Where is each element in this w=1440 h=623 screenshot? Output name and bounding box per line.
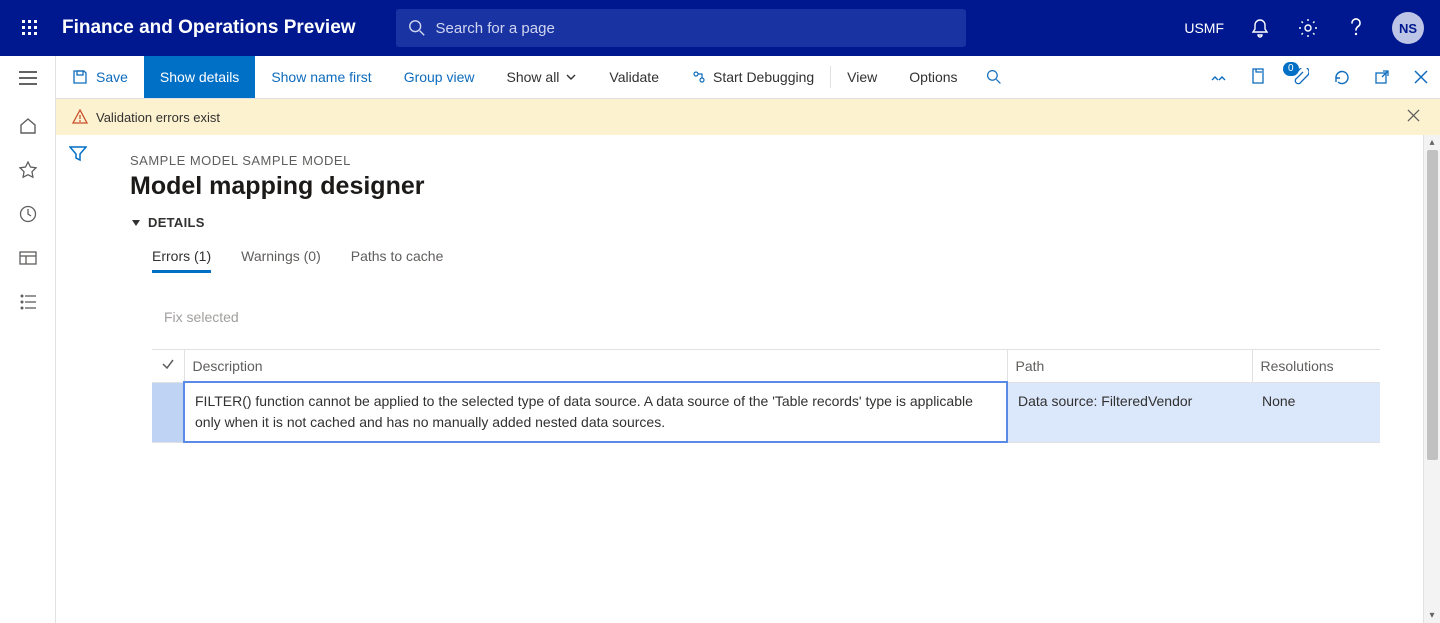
cell-description[interactable]: FILTER() function cannot be applied to t… — [184, 382, 1007, 442]
recent-icon[interactable] — [0, 192, 56, 236]
filter-rail — [56, 135, 100, 623]
attachments-icon[interactable]: 0 — [1279, 56, 1321, 98]
search-input[interactable] — [436, 20, 954, 37]
close-page-icon[interactable] — [1402, 56, 1440, 98]
global-search[interactable] — [396, 9, 966, 47]
group-view-button[interactable]: Group view — [388, 56, 491, 98]
save-button[interactable]: Save — [56, 56, 144, 98]
workspaces-icon[interactable] — [0, 236, 56, 280]
company-label[interactable]: USMF — [1184, 20, 1224, 36]
validation-banner-text: Validation errors exist — [96, 110, 220, 125]
scrollbar-thumb[interactable] — [1427, 150, 1438, 460]
show-details-button[interactable]: Show details — [144, 56, 255, 98]
header-right: USMF NS — [1184, 12, 1424, 44]
breadcrumb: SAMPLE MODEL SAMPLE MODEL — [130, 153, 1440, 168]
warning-icon — [72, 109, 88, 125]
save-label: Save — [96, 69, 128, 85]
validate-button[interactable]: Validate — [593, 56, 675, 98]
save-icon — [72, 69, 88, 85]
global-header: Finance and Operations Preview USMF NS — [0, 0, 1440, 56]
find-icon[interactable] — [974, 56, 1014, 98]
validation-banner: Validation errors exist — [56, 99, 1440, 135]
start-debugging-label: Start Debugging — [713, 69, 814, 85]
row-select[interactable] — [152, 382, 184, 442]
select-all-header[interactable] — [152, 350, 184, 382]
notifications-icon[interactable] — [1248, 16, 1272, 40]
hamburger-icon[interactable] — [0, 56, 56, 100]
banner-close-icon[interactable] — [1407, 109, 1428, 125]
options-button[interactable]: Options — [893, 56, 973, 98]
popout-icon[interactable] — [1362, 56, 1402, 98]
search-icon — [408, 19, 426, 37]
table-row[interactable]: FILTER() function cannot be applied to t… — [152, 382, 1380, 442]
avatar[interactable]: NS — [1392, 12, 1424, 44]
view-button[interactable]: View — [831, 56, 893, 98]
home-icon[interactable] — [0, 104, 56, 148]
filter-icon[interactable] — [69, 145, 87, 623]
tab-errors[interactable]: Errors (1) — [152, 248, 211, 273]
attachments-badge: 0 — [1283, 62, 1299, 76]
page-title: Model mapping designer — [130, 172, 1440, 201]
favorites-icon[interactable] — [0, 148, 56, 192]
details-header[interactable]: DETAILS — [130, 215, 1440, 230]
cell-resolutions: None — [1252, 382, 1380, 442]
col-resolutions[interactable]: Resolutions — [1252, 350, 1380, 382]
scroll-down-arrow[interactable]: ▾ — [1429, 610, 1434, 621]
show-all-label: Show all — [507, 69, 560, 85]
start-debugging-button[interactable]: Start Debugging — [675, 56, 830, 98]
app-launcher-icon[interactable] — [16, 14, 44, 42]
modules-icon[interactable] — [0, 280, 56, 324]
app-title: Finance and Operations Preview — [62, 17, 356, 39]
show-all-dropdown[interactable]: Show all — [491, 56, 594, 98]
scroll-up-arrow[interactable]: ▴ — [1429, 137, 1434, 148]
left-nav-rail — [0, 56, 56, 623]
debug-icon — [691, 69, 707, 85]
help-icon[interactable] — [1344, 16, 1368, 40]
col-path[interactable]: Path — [1007, 350, 1252, 382]
col-description[interactable]: Description — [184, 350, 1007, 382]
details-label: DETAILS — [148, 215, 205, 230]
tab-paths-to-cache[interactable]: Paths to cache — [351, 248, 444, 273]
tab-warnings[interactable]: Warnings (0) — [241, 248, 321, 273]
show-name-first-button[interactable]: Show name first — [255, 56, 387, 98]
fix-selected-button: Fix selected — [164, 309, 1440, 325]
check-icon — [161, 357, 175, 371]
vertical-scrollbar[interactable]: ▴ ▾ — [1423, 135, 1440, 623]
settings-icon[interactable] — [1296, 16, 1320, 40]
refresh-icon[interactable] — [1321, 56, 1362, 98]
chevron-down-icon — [565, 71, 577, 83]
cell-path: Data source: FilteredVendor — [1007, 382, 1252, 442]
errors-table: Description Path Resolutions FILTER() fu… — [152, 349, 1380, 443]
details-tabs: Errors (1) Warnings (0) Paths to cache — [152, 248, 1440, 273]
command-bar: Save Show details Show name first Group … — [56, 56, 1440, 99]
personalize-icon[interactable] — [1199, 56, 1239, 98]
page-options-icon[interactable] — [1239, 56, 1279, 98]
collapse-icon — [130, 217, 142, 229]
